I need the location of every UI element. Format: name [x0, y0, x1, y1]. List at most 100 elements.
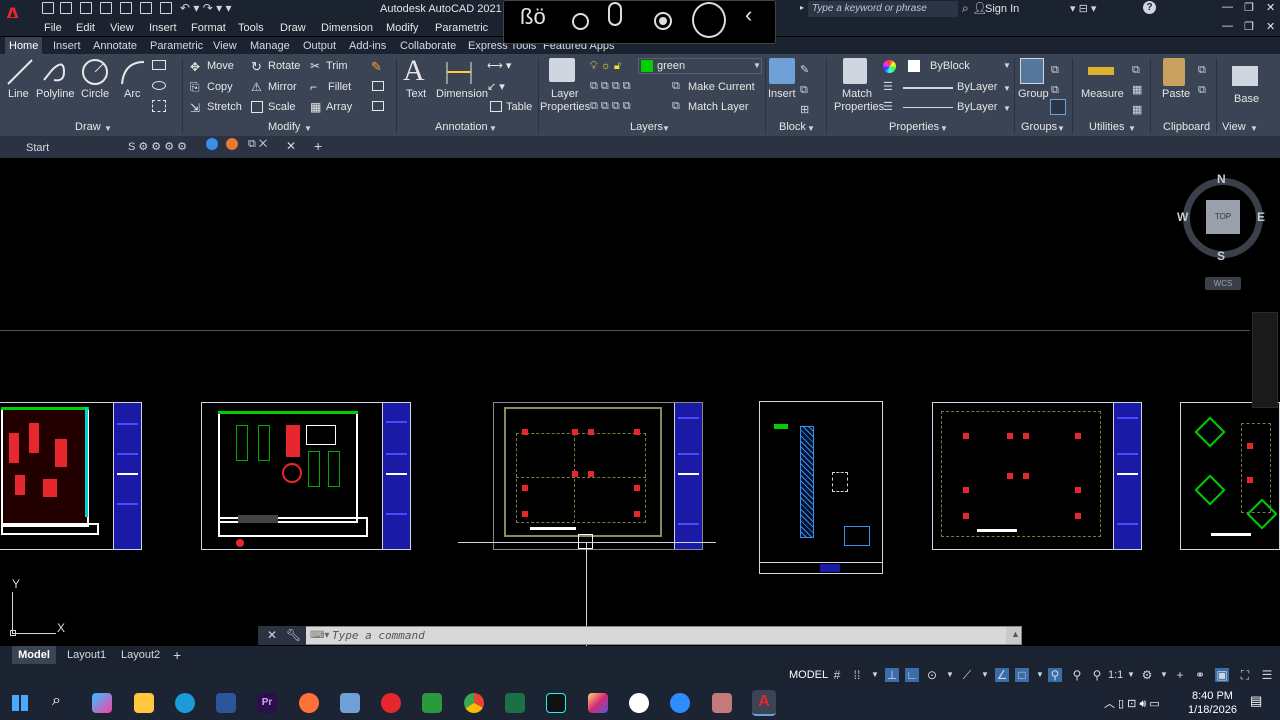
menu-tools[interactable]: Tools [238, 22, 264, 34]
sign-in-button[interactable]: Sign In [985, 3, 1019, 15]
layer-state-icons[interactable]: 💡︎ ☼ 🔓︎ [590, 60, 621, 73]
group-tools-icons[interactable]: ⧉ ⧉ [1051, 60, 1059, 100]
copy-icon[interactable]: ⎘ [190, 80, 200, 95]
menu-view[interactable]: View [110, 22, 134, 34]
text-icon[interactable]: A [403, 54, 425, 88]
new-tab-button[interactable]: + [314, 138, 322, 154]
lineweight-icon[interactable]: ☰ [883, 80, 893, 93]
chevron-down-icon[interactable]: ▼ [1003, 104, 1011, 113]
compass-west[interactable]: W [1177, 210, 1188, 224]
excel-icon[interactable] [505, 693, 525, 713]
chevron-down-icon[interactable]: ▼ [1157, 668, 1171, 682]
collapse-left-icon[interactable]: ‹ [745, 2, 752, 28]
layer-tools-icons[interactable]: ⧉ ⧉ ⧉ ⧉ [590, 80, 631, 93]
erase-icon[interactable]: ✎ [371, 59, 382, 75]
undo-icon[interactable]: ↶ ▾ ↷ ▾ ▾ [180, 1, 232, 15]
circle-button[interactable]: Circle [81, 88, 109, 100]
offset-icon[interactable] [372, 101, 384, 111]
layer-tools-icons-2[interactable]: ⧉ ⧉ ⧉ ⧉ [590, 100, 631, 113]
taskbar-clock[interactable]: 8:40 PM 1/18/2026 [1188, 689, 1237, 717]
paste-icon[interactable] [1163, 58, 1185, 86]
line-icon[interactable] [6, 58, 34, 86]
menu-file[interactable]: File [44, 22, 62, 34]
chevron-down-icon[interactable]: ▼ [1124, 668, 1138, 682]
tab-layout2[interactable]: Layout2 [121, 649, 160, 661]
drawing-sheet-4[interactable] [759, 401, 883, 574]
menu-edit[interactable]: Edit [76, 22, 95, 34]
boundary-icon[interactable] [152, 100, 166, 112]
isodraft-icon[interactable]: ⟋ [960, 668, 974, 682]
command-history-icon[interactable]: ⌨▾ [310, 630, 329, 641]
polar-tracking-icon[interactable]: ⊙ [925, 668, 939, 682]
rectangle-icon[interactable] [152, 60, 166, 70]
cart-icon[interactable]: ▾ ⊟ ▾ [1070, 2, 1096, 15]
draw-panel-title[interactable]: Draw [75, 121, 101, 133]
globe-icon[interactable] [206, 138, 218, 150]
tab-add-ins[interactable]: Add-ins [349, 40, 386, 52]
chevron-down-icon[interactable]: ▼ [104, 124, 112, 133]
search-input[interactable]: Type a keyword or phrase [808, 1, 958, 17]
measure-button[interactable]: Measure [1081, 88, 1124, 100]
file-explorer-icon[interactable] [134, 693, 154, 713]
table-button[interactable]: Table [506, 101, 532, 113]
remote-desktop-icon[interactable] [629, 693, 649, 713]
plot-icon[interactable] [140, 2, 152, 14]
base-view-icon[interactable] [1232, 66, 1258, 86]
match-properties-label-2[interactable]: Properties [834, 101, 884, 113]
sphere-icon[interactable] [226, 138, 238, 150]
workspace-gear-icon[interactable]: ⚙ [1140, 668, 1154, 682]
polyline-button[interactable]: Polyline [36, 88, 75, 100]
search-icon[interactable]: ⌕ [962, 1, 969, 16]
clipboard-tools-icons[interactable]: ⧉ ⧉ [1198, 60, 1206, 100]
navigation-bar[interactable] [1252, 312, 1278, 408]
mirror-button[interactable]: Mirror [268, 81, 297, 93]
microphone-icon[interactable] [608, 2, 622, 26]
windows-start-icon[interactable] [12, 695, 28, 711]
command-input[interactable]: Type a command [306, 627, 1006, 644]
drawing-sheet-5[interactable] [932, 402, 1142, 550]
compass-east[interactable]: E [1257, 210, 1265, 224]
rotate-icon[interactable]: ↻ [251, 59, 262, 75]
tab-layout1[interactable]: Layout1 [67, 649, 106, 661]
notepad-icon[interactable] [340, 693, 360, 713]
block-panel-title[interactable]: Block [779, 121, 806, 133]
drawing-sheet-1[interactable] [0, 402, 142, 550]
bo-logo-icon[interactable]: ßö [520, 4, 546, 30]
linear-dim-icon[interactable]: ⟷ ▾ [487, 59, 511, 72]
doc-minimize-icon[interactable]: — [1222, 20, 1233, 32]
clean-screen-icon[interactable]: ⛶ [1238, 668, 1252, 682]
word-icon[interactable] [216, 693, 236, 713]
customize-wrench-icon[interactable]: 🔧︎ [286, 628, 301, 642]
save-as-icon[interactable] [100, 2, 112, 14]
layer-properties-icon[interactable] [549, 58, 575, 82]
chevron-down-icon[interactable]: ▼ [753, 61, 761, 70]
minimize-icon[interactable]: — [1222, 1, 1233, 13]
copilot-icon[interactable] [92, 693, 112, 713]
make-current-button[interactable]: Make Current [688, 81, 755, 93]
dimension-icon[interactable] [444, 58, 474, 86]
close-command-icon[interactable]: ✕ [267, 628, 277, 642]
group-icon[interactable] [1020, 58, 1044, 84]
make-current-icon[interactable]: ⧉ [672, 80, 680, 93]
clipboard-panel-title[interactable]: Clipboard [1163, 121, 1210, 133]
match-properties-label-1[interactable]: Match [842, 88, 872, 100]
match-layer-icon[interactable]: ⧉ [672, 100, 680, 113]
chevron-down-icon[interactable]: ▼ [1128, 124, 1136, 133]
close-tab-icon[interactable]: ✕ [286, 139, 296, 153]
annotation-scale-value[interactable]: 1:1 [1108, 669, 1123, 681]
groups-panel-title[interactable]: Groups [1021, 121, 1057, 133]
menu-modify[interactable]: Modify [386, 22, 418, 34]
menu-draw[interactable]: Draw [280, 22, 306, 34]
view-panel-title[interactable]: View [1222, 121, 1246, 133]
drawing-tab-icon[interactable]: ⧉ ✕ [248, 138, 267, 151]
add-layout-button[interactable]: + [173, 647, 181, 663]
trim-button[interactable]: Trim [326, 60, 348, 72]
text-button[interactable]: Text [406, 88, 426, 100]
fillet-button[interactable]: Fillet [328, 81, 351, 93]
properties-panel-title[interactable]: Properties [889, 121, 939, 133]
restore-icon[interactable]: ❐ [1244, 1, 1254, 14]
voice-assistant-icon[interactable] [692, 2, 726, 38]
mirror-icon[interactable]: ⚠ [251, 80, 262, 94]
premiere-pro-icon[interactable]: Pr [257, 693, 277, 713]
chevron-down-icon[interactable]: ▼ [304, 124, 312, 133]
